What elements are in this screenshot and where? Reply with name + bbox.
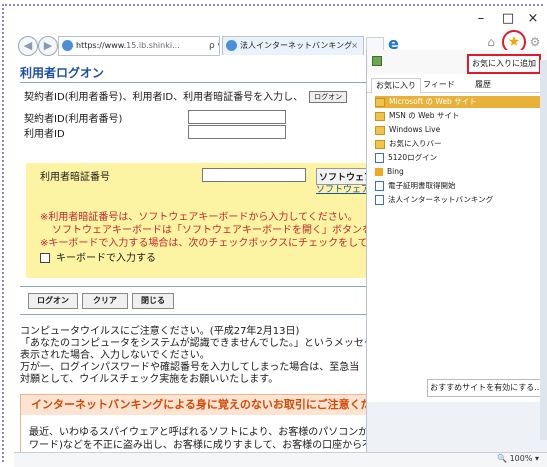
page-icon — [375, 195, 384, 205]
pin-panel-icon[interactable] — [372, 56, 382, 66]
scrollbar[interactable] — [540, 60, 547, 440]
favorite-item[interactable]: 5120ログイン — [375, 152, 437, 164]
favorite-label: Microsoft の Web サイト — [389, 97, 477, 106]
virus-notice-line: 対願として、ウイルスチェック実施をお願いいたします。 — [20, 374, 279, 385]
zoom-control[interactable]: 🔍 100% ▾ — [497, 454, 539, 463]
favorite-item[interactable]: お気に入りバー — [375, 138, 442, 150]
page-icon — [375, 153, 384, 163]
warning-line: ワード)などを不正に盗み出し、お客様に成りすまして、お客様の口座から不正に預金を… — [29, 440, 370, 451]
contract-id-label: 契約者ID(利用者番号) — [24, 114, 123, 125]
logon-button[interactable]: ログオン — [28, 293, 78, 309]
tab-title: 法人インターネットバンキング — [240, 41, 353, 50]
contract-id-input[interactable] — [188, 110, 286, 124]
maximize-button[interactable]: □ — [497, 10, 519, 28]
instruction-text: 契約者ID(利用者番号)、利用者ID、利用者暗証番号を入力し、 ログオン — [24, 88, 348, 103]
divider — [20, 82, 370, 83]
gear-icon[interactable]: ⚙ — [528, 35, 542, 49]
address-actions[interactable]: ρ ▾ 🔒 C — [207, 37, 219, 55]
status-bar: 🔍 100% ▾ — [14, 452, 547, 467]
favorite-item[interactable]: Microsoft の Web サイト — [375, 96, 543, 108]
bing-icon — [375, 168, 383, 176]
enable-suggested-sites-button[interactable]: おすすめサイトを有効にする... — [427, 379, 545, 397]
inline-logon-button[interactable]: ログオン — [309, 91, 348, 103]
folder-icon — [375, 139, 385, 149]
favorite-label: Windows Live — [389, 125, 441, 134]
keyboard-checkbox-row[interactable]: キーボードで入力する — [40, 249, 156, 264]
page-content: 利用者ログオン 契約者ID(利用者番号)、利用者ID、利用者暗証番号を入力し、ロ… — [14, 58, 370, 466]
favorite-item[interactable]: 電子証明書取得開始 — [375, 180, 456, 192]
favorite-label: 5120ログイン — [388, 153, 438, 162]
favorite-label: 電子証明書取得開始 — [388, 181, 456, 190]
globe-icon — [226, 40, 237, 51]
favorites-panel: お気に入りに追加 ▾ お気に入り フィード 履歴 Microsoft の Web… — [366, 50, 547, 466]
software-keyboard-link[interactable]: ソフトウェア — [316, 182, 370, 195]
favorite-label: Bing — [387, 167, 404, 176]
add-to-favorites-button[interactable]: お気に入りに追加 — [467, 54, 541, 74]
keyboard-checkbox[interactable] — [40, 253, 50, 263]
tab-houjin-banking[interactable]: 法人インターネットバンキング × — [222, 36, 364, 55]
globe-icon — [62, 40, 73, 51]
favorite-item[interactable]: 法人インターネットバンキング — [375, 194, 493, 206]
favorites-panel-header: お気に入りに追加 ▾ — [367, 50, 547, 74]
favorite-item[interactable]: MSN の Web サイト — [375, 110, 459, 122]
url-path: 15.ib.shinki... — [126, 41, 180, 50]
folder-icon — [375, 125, 385, 135]
note-line-3: ※キーボードで入力する場合は、次のチェックボックスにチェックをしてく — [40, 238, 370, 249]
favorites-tabs: お気に入り フィード 履歴 — [367, 78, 547, 94]
keyboard-checkbox-label: キーボードで入力する — [56, 253, 156, 264]
user-id-input[interactable] — [188, 125, 286, 139]
favorite-label: お気に入りバー — [389, 139, 442, 148]
instruction-label: 契約者ID(利用者番号)、利用者ID、利用者暗証番号を入力し、 — [24, 92, 304, 103]
close-button[interactable]: × — [522, 10, 544, 28]
folder-icon — [375, 97, 385, 107]
window-titlebar — [14, 10, 547, 34]
folder-icon — [375, 111, 385, 121]
fraud-warning-title: インターネットバンキングによる身に覚えのないお取引にご注意ください！ — [21, 395, 370, 415]
pin-input[interactable] — [202, 168, 306, 182]
url-input[interactable]: https://www.15.ib.shinki... ρ ▾ 🔒 C — [58, 36, 220, 56]
url-host: https://www. — [76, 41, 127, 50]
tab-close-icon[interactable]: × — [351, 37, 358, 55]
tab-history[interactable]: 履歴 — [471, 78, 495, 92]
favorite-item[interactable]: Bing — [375, 166, 404, 178]
tab-favorites[interactable]: お気に入り — [371, 78, 421, 94]
divider — [20, 286, 370, 287]
favorite-label: MSN の Web サイト — [389, 111, 460, 120]
user-id-label: 利用者ID — [24, 129, 65, 140]
page-icon — [375, 181, 384, 191]
forward-button[interactable]: ▶ — [38, 36, 58, 56]
minimize-button[interactable]: – — [470, 10, 492, 28]
tab-feeds[interactable]: フィード — [419, 78, 459, 92]
page-title: 利用者ログオン — [20, 66, 105, 80]
favorite-label: 法人インターネットバンキング — [388, 195, 494, 204]
home-icon[interactable]: ⌂ — [484, 35, 498, 49]
favorite-item[interactable]: Windows Live — [375, 124, 440, 136]
back-button[interactable]: ◀ — [18, 36, 38, 56]
pin-label: 利用者暗証番号 — [40, 172, 110, 183]
divider — [20, 314, 370, 315]
clear-button[interactable]: クリア — [82, 293, 128, 309]
close-page-button[interactable]: 閉じる — [132, 293, 174, 309]
